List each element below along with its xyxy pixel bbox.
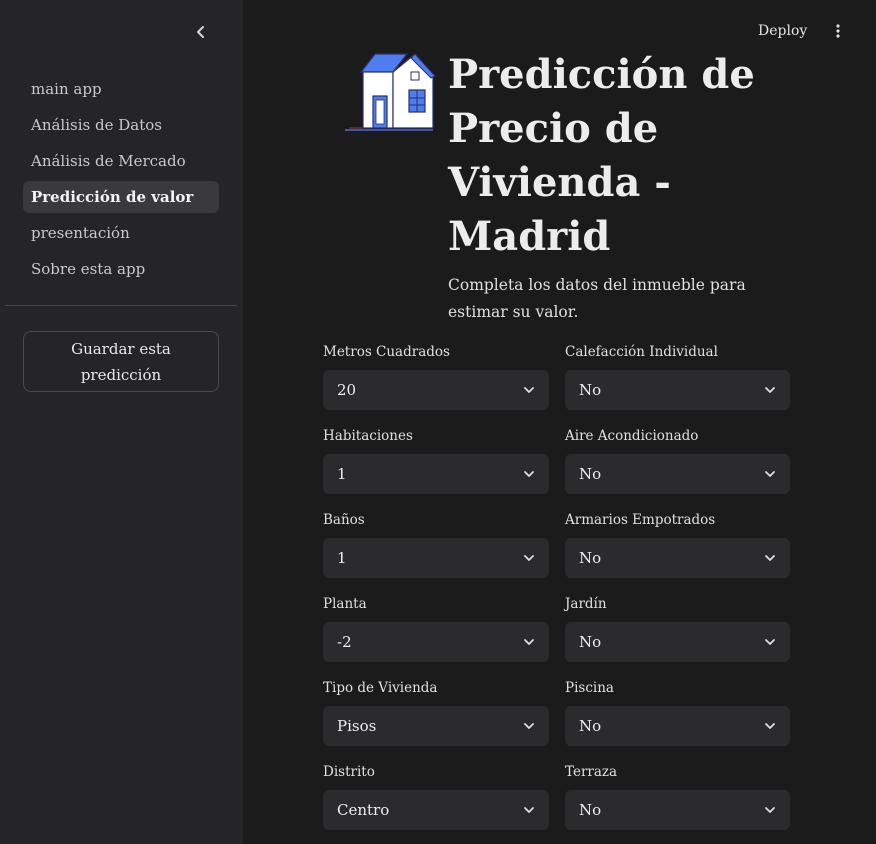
chevron-down-icon [524,387,534,393]
field-calefaccion-individual: Calefacción Individual No [565,342,790,410]
select-value: No [579,549,602,567]
chevron-down-icon [765,723,775,729]
chevron-down-icon [765,639,775,645]
sidebar-item-analisis-datos[interactable]: Análisis de Datos [23,109,219,141]
field-habitaciones: Habitaciones 1 [323,426,549,494]
field-label: Aire Acondicionado [565,428,699,444]
aire-acondicionado-select[interactable]: No [565,454,790,494]
page-title: Predicción de Precio de Vivienda - Madri… [448,51,755,260]
chevron-down-icon [524,639,534,645]
sidebar-item-prediccion-valor[interactable]: Predicción de valor [23,181,219,213]
chevron-left-icon [197,26,204,38]
habitaciones-select[interactable]: 1 [323,454,549,494]
jardin-select[interactable]: No [565,622,790,662]
terraza-select[interactable]: No [565,790,790,830]
select-value: No [579,801,602,819]
select-value: Pisos [337,717,377,735]
chevron-down-icon [765,555,775,561]
field-label: Jardín [565,596,607,612]
select-value: -2 [337,633,352,651]
metros-cuadrados-select[interactable]: 20 [323,370,549,410]
chevron-down-icon [765,471,775,477]
house-icon [345,53,435,131]
field-label: Calefacción Individual [565,344,718,360]
select-value: Centro [337,801,390,819]
calefaccion-individual-select[interactable]: No [565,370,790,410]
field-label: Armarios Empotrados [565,512,716,528]
field-label: Tipo de Vivienda [323,680,438,696]
page-subtitle: Completa los datos del inmueble para est… [448,276,746,321]
armarios-empotrados-select[interactable]: No [565,538,790,578]
field-banos: Baños 1 [323,510,549,578]
field-label: Piscina [565,680,614,696]
field-label: Distrito [323,764,375,780]
chevron-down-icon [524,723,534,729]
field-label: Terraza [565,764,618,780]
select-value: No [579,381,602,399]
save-prediction-button[interactable]: Guardar esta predicción [23,331,219,392]
field-label: Metros Cuadrados [323,344,450,360]
field-terraza: Terraza No [565,762,790,830]
main-menu-button[interactable] [828,20,848,42]
field-metros-cuadrados: Metros Cuadrados 20 [323,342,549,410]
select-value: 1 [337,465,347,483]
sidebar: main app Análisis de Datos Análisis de M… [0,0,243,844]
field-label: Planta [323,596,367,612]
sidebar-item-main-app[interactable]: main app [23,73,219,105]
select-value: No [579,465,602,483]
select-value: No [579,633,602,651]
tipo-vivienda-select[interactable]: Pisos [323,706,549,746]
select-value: 1 [337,549,347,567]
select-value: No [579,717,602,735]
chevron-down-icon [524,471,534,477]
field-distrito: Distrito Centro [323,762,549,830]
distrito-select[interactable]: Centro [323,790,549,830]
sidebar-item-sobre-app[interactable]: Sobre esta app [23,253,219,285]
chevron-down-icon [524,555,534,561]
field-armarios-empotrados: Armarios Empotrados No [565,510,790,578]
field-jardin: Jardín No [565,594,790,662]
field-label: Baños [323,512,365,528]
select-value: 20 [337,381,357,399]
planta-select[interactable]: -2 [323,622,549,662]
chevron-down-icon [765,807,775,813]
chevron-down-icon [765,387,775,393]
chevron-down-icon [524,807,534,813]
vertical-dots-icon [836,24,840,38]
banos-select[interactable]: 1 [323,538,549,578]
field-label: Habitaciones [323,428,413,444]
piscina-select[interactable]: No [565,706,790,746]
sidebar-item-presentacion[interactable]: presentación [23,217,219,249]
field-piscina: Piscina No [565,678,790,746]
field-tipo-vivienda: Tipo de Vivienda Pisos [323,678,549,746]
collapse-sidebar-button[interactable] [190,20,212,44]
sidebar-item-analisis-mercado[interactable]: Análisis de Mercado [23,145,219,177]
field-aire-acondicionado: Aire Acondicionado No [565,426,790,494]
sidebar-divider [5,305,237,306]
deploy-button[interactable]: Deploy [758,20,807,42]
sidebar-nav: main app Análisis de Datos Análisis de M… [23,73,219,289]
field-planta: Planta -2 [323,594,549,662]
